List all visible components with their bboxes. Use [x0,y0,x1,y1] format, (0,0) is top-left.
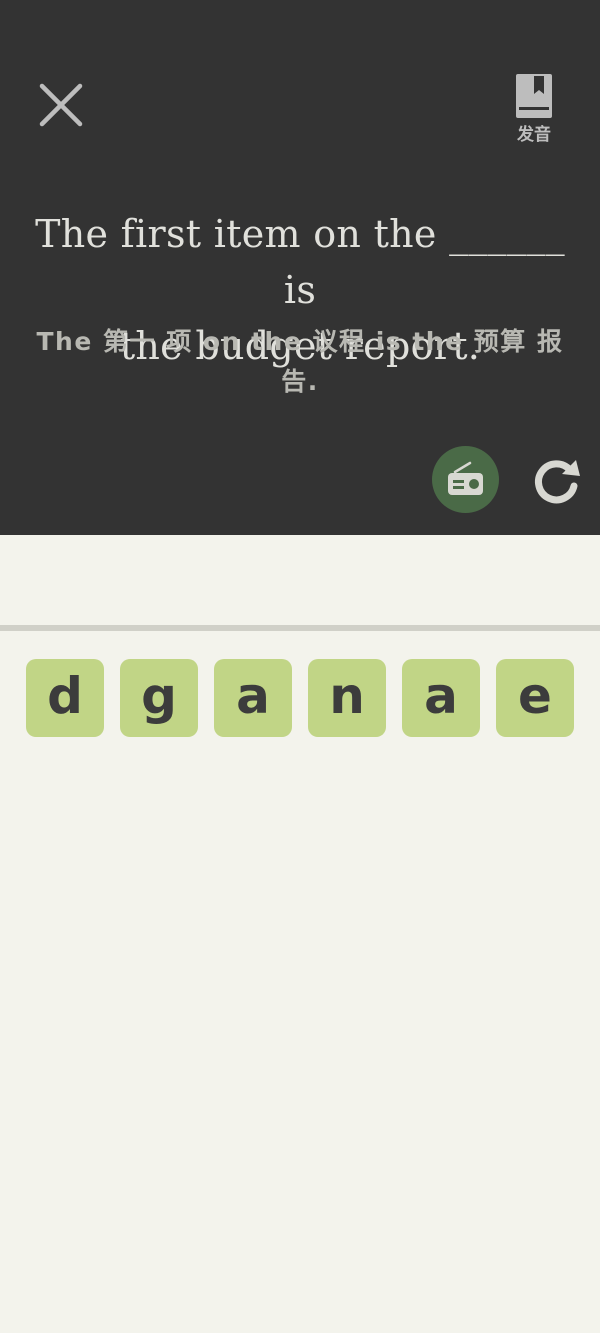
close-button[interactable] [32,76,90,134]
radio-icon [448,461,483,495]
radio-button[interactable] [432,446,499,513]
translation-line-2: 告. [281,367,319,396]
answer-divider [0,625,600,631]
sentence-translation: The 第一 项 on the 议程 is the 预算 报 告. [24,322,576,402]
letter-tile-e[interactable]: e [496,659,574,737]
letter-tile-n[interactable]: n [308,659,386,737]
close-icon [39,83,83,127]
pronunciation-label: 发音 [517,125,551,145]
pronunciation-button[interactable]: 发音 [505,70,563,146]
letter-tile-a-2[interactable]: a [402,659,480,737]
bookmark-book-icon [516,74,552,118]
refresh-icon [535,460,580,504]
question-panel: 发音 The first item on the ______ is the b… [0,0,600,535]
letter-tiles: d g a n a e [26,659,574,737]
refresh-button[interactable] [530,454,584,508]
sentence-line-1: The first item on the ______ is [35,212,565,312]
letter-tile-a[interactable]: a [214,659,292,737]
letter-tile-d[interactable]: d [26,659,104,737]
translation-line-1: The 第一 项 on the 议程 is the 预算 报 [36,327,564,356]
letter-tile-g[interactable]: g [120,659,198,737]
